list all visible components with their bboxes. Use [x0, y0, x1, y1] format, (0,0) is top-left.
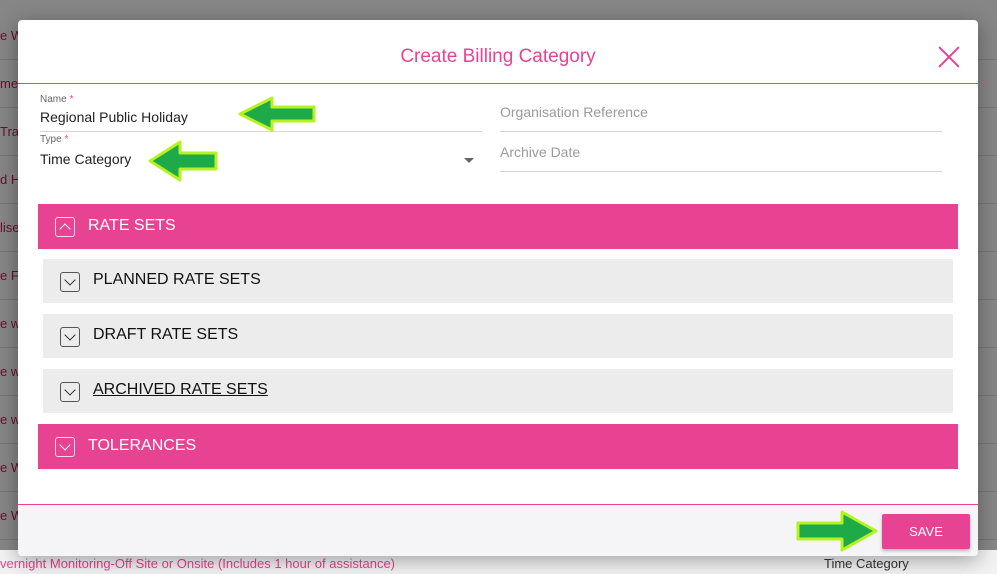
archive-date-placeholder: Archive Date: [500, 144, 581, 160]
dialog-title: Create Billing Category: [400, 46, 596, 67]
dialog-header: Create Billing Category: [18, 20, 978, 84]
expand-icon[interactable]: [60, 382, 80, 402]
planned-rate-sets-header[interactable]: PLANNED RATE SETS: [43, 259, 953, 303]
draft-rate-sets-title: DRAFT RATE SETS: [93, 326, 239, 343]
annotation-arrow-icon: [796, 510, 878, 552]
type-select-value[interactable]: Time Category: [40, 151, 482, 167]
background-last-row-category: Time Category: [824, 556, 909, 571]
annotation-arrow-icon: [238, 96, 316, 132]
background-last-row-text: vernight Monitoring-Off Site or Onsite (…: [0, 556, 396, 571]
chevron-down-icon[interactable]: [464, 158, 474, 163]
expand-icon[interactable]: [60, 272, 80, 292]
type-label: Type *: [40, 134, 69, 145]
expand-icon[interactable]: [55, 437, 75, 457]
tolerances-title: TOLERANCES: [88, 437, 197, 454]
annotation-arrow-icon: [148, 140, 218, 182]
rate-sets-section-header[interactable]: RATE SETS: [38, 204, 958, 249]
expand-icon[interactable]: [60, 327, 80, 347]
draft-rate-sets-header[interactable]: DRAFT RATE SETS: [43, 314, 953, 358]
save-button[interactable]: SAVE: [882, 514, 970, 549]
organisation-reference-field[interactable]: Organisation Reference: [500, 104, 942, 132]
create-billing-category-dialog: Create Billing Category Name * Regional …: [18, 20, 978, 556]
type-select[interactable]: Type * Time Category: [40, 134, 482, 174]
organisation-reference-placeholder: Organisation Reference: [500, 104, 648, 120]
planned-rate-sets-title: PLANNED RATE SETS: [93, 271, 261, 288]
archived-rate-sets-title[interactable]: ARCHIVED RATE SETS: [93, 381, 268, 399]
close-icon[interactable]: [936, 44, 962, 70]
collapse-icon[interactable]: [55, 217, 75, 237]
archive-date-field[interactable]: Archive Date: [500, 144, 942, 172]
tolerances-section-header[interactable]: TOLERANCES: [38, 424, 958, 469]
archived-rate-sets-header[interactable]: ARCHIVED RATE SETS: [43, 369, 953, 413]
rate-sets-title: RATE SETS: [88, 217, 176, 234]
